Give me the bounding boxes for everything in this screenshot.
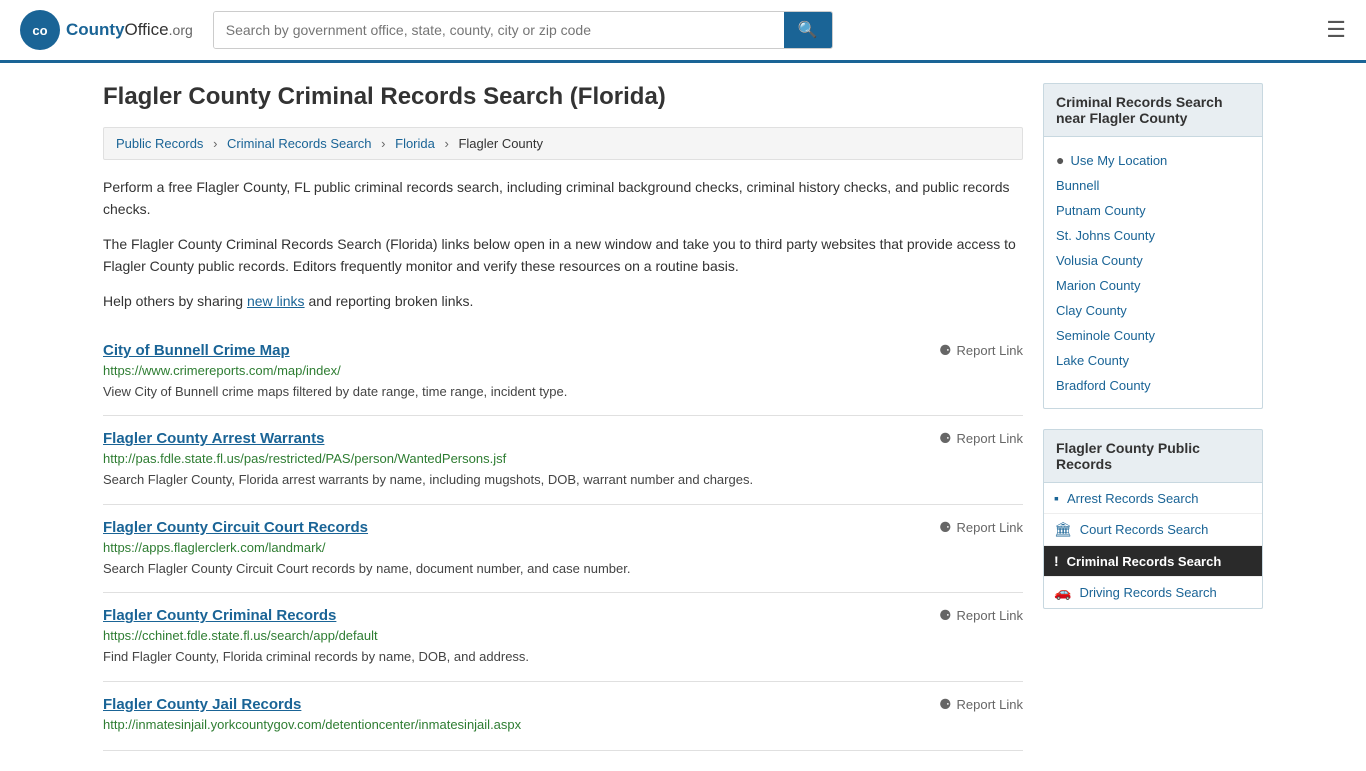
result-url-1: http://pas.fdle.state.fl.us/pas/restrict… (103, 451, 1023, 466)
sidebar: Criminal Records Search near Flagler Cou… (1043, 83, 1263, 751)
records-icon-1: 🏛 (1054, 521, 1072, 538)
report-icon-3: ⚈ (939, 607, 952, 624)
result-title-4[interactable]: Flagler County Jail Records (103, 696, 301, 713)
records-section: Flagler County Public Records ▪ Arrest Re… (1043, 429, 1263, 609)
report-icon-4: ⚈ (939, 696, 952, 713)
result-title-1[interactable]: Flagler County Arrest Warrants (103, 430, 324, 447)
new-links-link[interactable]: new links (247, 293, 305, 309)
result-url-2: https://apps.flaglerclerk.com/landmark/ (103, 540, 1023, 555)
nearby-link-3[interactable]: Volusia County (1056, 248, 1250, 273)
breadcrumb: Public Records › Criminal Records Search… (103, 127, 1023, 160)
description-2: The Flagler County Criminal Records Sear… (103, 233, 1023, 278)
result-title-3[interactable]: Flagler County Criminal Records (103, 607, 336, 624)
breadcrumb-current: Flagler County (458, 136, 543, 151)
hamburger-menu-button[interactable]: ☰ (1326, 17, 1346, 43)
result-item-1: Flagler County Arrest Warrants ⚈ Report … (103, 416, 1023, 505)
records-links-body: ▪ Arrest Records Search 🏛 Court Records Sea… (1043, 483, 1263, 609)
records-heading: Flagler County Public Records (1043, 429, 1263, 483)
records-link-3[interactable]: 🚗 Driving Records Search (1044, 577, 1262, 608)
breadcrumb-public-records[interactable]: Public Records (116, 136, 203, 151)
nearby-link-8[interactable]: Bradford County (1056, 373, 1250, 398)
breadcrumb-florida[interactable]: Florida (395, 136, 435, 151)
records-link-1[interactable]: 🏛 Court Records Search (1044, 514, 1262, 546)
result-item-4: Flagler County Jail Records ⚈ Report Lin… (103, 682, 1023, 751)
main-content: Flagler County Criminal Records Search (… (103, 83, 1023, 751)
result-item-0: City of Bunnell Crime Map ⚈ Report Link … (103, 328, 1023, 417)
logo-text: County (66, 20, 125, 39)
description-1: Perform a free Flagler County, FL public… (103, 176, 1023, 221)
result-item-2: Flagler County Circuit Court Records ⚈ R… (103, 505, 1023, 594)
location-pin-icon: ● (1056, 152, 1064, 168)
result-header-1: Flagler County Arrest Warrants ⚈ Report … (103, 430, 1023, 447)
nearby-body: ● Use My Location BunnellPutnam CountySt… (1043, 137, 1263, 409)
nearby-link-7[interactable]: Lake County (1056, 348, 1250, 373)
result-url-3: https://cchinet.fdle.state.fl.us/search/… (103, 628, 1023, 643)
nearby-link-2[interactable]: St. Johns County (1056, 223, 1250, 248)
result-desc-1: Search Flagler County, Florida arrest wa… (103, 470, 1023, 490)
search-icon: 🔍 (798, 22, 818, 39)
result-desc-3: Find Flagler County, Florida criminal re… (103, 647, 1023, 667)
nearby-link-1[interactable]: Putnam County (1056, 198, 1250, 223)
result-title-0[interactable]: City of Bunnell Crime Map (103, 342, 290, 359)
page-container: Flagler County Criminal Records Search (… (83, 63, 1283, 771)
search-button[interactable]: 🔍 (784, 12, 832, 48)
result-title-2[interactable]: Flagler County Circuit Court Records (103, 519, 368, 536)
report-link-1[interactable]: ⚈ Report Link (939, 430, 1023, 447)
use-my-location-link[interactable]: ● Use My Location (1056, 147, 1250, 173)
help-text: Help others by sharing new links and rep… (103, 290, 1023, 312)
nearby-link-5[interactable]: Clay County (1056, 298, 1250, 323)
result-header-2: Flagler County Circuit Court Records ⚈ R… (103, 519, 1023, 536)
records-link-0[interactable]: ▪ Arrest Records Search (1044, 483, 1262, 514)
result-item-3: Flagler County Criminal Records ⚈ Report… (103, 593, 1023, 682)
result-header-0: City of Bunnell Crime Map ⚈ Report Link (103, 342, 1023, 359)
records-link-2[interactable]: ! Criminal Records Search (1044, 546, 1262, 577)
nearby-link-4[interactable]: Marion County (1056, 273, 1250, 298)
records-label-3: Driving Records Search (1079, 585, 1216, 600)
report-icon-0: ⚈ (939, 342, 952, 359)
records-label-1: Court Records Search (1080, 522, 1209, 537)
result-desc-2: Search Flagler County Circuit Court reco… (103, 559, 1023, 579)
logo-domain: .org (169, 22, 193, 38)
site-header: co CountyOffice.org 🔍 ☰ (0, 0, 1366, 63)
logo-icon: co (20, 10, 60, 50)
records-label-2: Criminal Records Search (1067, 554, 1222, 569)
report-link-4[interactable]: ⚈ Report Link (939, 696, 1023, 713)
search-bar: 🔍 (213, 11, 833, 49)
breadcrumb-criminal-records[interactable]: Criminal Records Search (227, 136, 372, 151)
result-url-4: http://inmatesinjail.yorkcountygov.com/d… (103, 717, 1023, 732)
records-icon-0: ▪ (1054, 490, 1059, 506)
svg-text:co: co (32, 23, 47, 38)
page-title: Flagler County Criminal Records Search (… (103, 83, 1023, 111)
records-icon-2: ! (1054, 553, 1059, 569)
report-link-3[interactable]: ⚈ Report Link (939, 607, 1023, 624)
results-list: City of Bunnell Crime Map ⚈ Report Link … (103, 328, 1023, 751)
result-desc-0: View City of Bunnell crime maps filtered… (103, 382, 1023, 402)
report-icon-1: ⚈ (939, 430, 952, 447)
search-input[interactable] (214, 12, 784, 48)
report-link-2[interactable]: ⚈ Report Link (939, 519, 1023, 536)
result-url-0: https://www.crimereports.com/map/index/ (103, 363, 1023, 378)
nearby-links: BunnellPutnam CountySt. Johns CountyVolu… (1056, 173, 1250, 398)
logo-link[interactable]: co CountyOffice.org (20, 10, 193, 50)
nearby-link-6[interactable]: Seminole County (1056, 323, 1250, 348)
nearby-link-0[interactable]: Bunnell (1056, 173, 1250, 198)
nearby-section: Criminal Records Search near Flagler Cou… (1043, 83, 1263, 409)
result-header-3: Flagler County Criminal Records ⚈ Report… (103, 607, 1023, 624)
result-header-4: Flagler County Jail Records ⚈ Report Lin… (103, 696, 1023, 713)
nearby-heading: Criminal Records Search near Flagler Cou… (1043, 83, 1263, 137)
records-icon-3: 🚗 (1054, 584, 1071, 601)
records-label-0: Arrest Records Search (1067, 491, 1199, 506)
report-icon-2: ⚈ (939, 519, 952, 536)
report-link-0[interactable]: ⚈ Report Link (939, 342, 1023, 359)
logo-org: Office (125, 20, 169, 39)
